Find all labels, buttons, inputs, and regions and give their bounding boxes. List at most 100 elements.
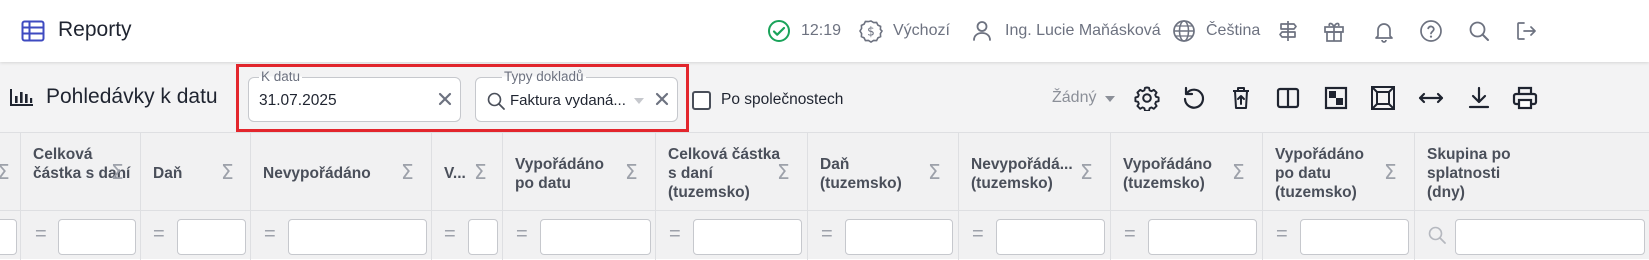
sum-icon[interactable]: Σ bbox=[401, 160, 414, 184]
expand-width-icon[interactable] bbox=[1418, 85, 1444, 111]
sum-icon[interactable]: Σ bbox=[1232, 160, 1245, 184]
clear-types-icon[interactable] bbox=[653, 90, 671, 108]
column-title: Celková částka s daní (tuzemsko) bbox=[668, 146, 781, 201]
filter-cell: = bbox=[808, 211, 959, 260]
sum-icon[interactable]: Σ bbox=[625, 160, 638, 184]
table-filter-row: = = = = = = = = = = bbox=[0, 210, 1649, 260]
fit-screen-icon[interactable] bbox=[1370, 85, 1396, 111]
filter-cell: = bbox=[1263, 211, 1415, 260]
sum-icon[interactable]: Σ bbox=[0, 160, 10, 184]
filter-input[interactable] bbox=[1300, 219, 1409, 255]
chevron-down-icon[interactable] bbox=[1104, 95, 1116, 103]
column-title: Nevypořádá... (tuzemsko) bbox=[971, 156, 1073, 192]
globe-icon bbox=[1172, 19, 1196, 43]
bar-chart-icon bbox=[10, 88, 34, 106]
document-types-field[interactable]: Typy dokladů Faktura vydaná... bbox=[475, 69, 678, 122]
sum-icon[interactable]: Σ bbox=[221, 160, 234, 184]
filter-cell: = bbox=[432, 211, 503, 260]
gift-icon[interactable] bbox=[1322, 19, 1346, 43]
filter-input[interactable] bbox=[540, 219, 651, 255]
equals-icon[interactable]: = bbox=[264, 223, 276, 246]
column-header[interactable]: Vypořádáno po datu Σ bbox=[503, 133, 656, 211]
equals-icon[interactable]: = bbox=[1276, 223, 1288, 246]
column-header[interactable]: Nevypořádáno Σ bbox=[251, 133, 432, 211]
date-field-value[interactable]: 31.07.2025 bbox=[259, 92, 337, 110]
filter-input[interactable] bbox=[996, 219, 1105, 255]
document-types-label: Typy dokladů bbox=[502, 69, 586, 84]
column-title: Daň (tuzemsko) bbox=[820, 156, 902, 192]
filter-cell: = bbox=[251, 211, 432, 260]
column-title: Vypořádáno po datu (tuzemsko) bbox=[1275, 146, 1364, 201]
column-header[interactable]: Vypořádáno po datu (tuzemsko) Σ bbox=[1263, 133, 1415, 211]
view-select-value[interactable]: Žádný bbox=[1052, 89, 1096, 107]
equals-icon[interactable]: = bbox=[516, 223, 528, 246]
help-icon[interactable] bbox=[1419, 19, 1443, 43]
currency-icon: $ bbox=[859, 19, 883, 43]
download-icon[interactable] bbox=[1466, 85, 1492, 111]
column-header[interactable]: V... Σ bbox=[432, 133, 503, 211]
filter-input[interactable] bbox=[0, 219, 17, 255]
equals-icon[interactable]: = bbox=[821, 223, 833, 246]
column-header[interactable]: Nevypořádá... (tuzemsko) Σ bbox=[959, 133, 1111, 211]
settings-icon[interactable] bbox=[1134, 85, 1160, 111]
date-field[interactable]: K datu 31.07.2025 bbox=[248, 69, 461, 122]
currency-selector[interactable]: $ Výchozí bbox=[859, 19, 950, 43]
column-header[interactable]: Celková částka s daní (tuzemsko) Σ bbox=[656, 133, 808, 211]
signpost-icon[interactable] bbox=[1276, 19, 1300, 43]
column-header[interactable]: Skupina po splatnosti (dny) bbox=[1415, 133, 1649, 211]
column-header[interactable]: Celková částka s daní Σ bbox=[21, 133, 141, 211]
filter-input[interactable] bbox=[1455, 219, 1645, 255]
sum-icon[interactable]: Σ bbox=[777, 160, 790, 184]
column-header[interactable]: Σ bbox=[0, 133, 21, 211]
sum-icon[interactable]: Σ bbox=[1080, 160, 1093, 184]
user-icon bbox=[971, 19, 993, 43]
filter-input[interactable] bbox=[1148, 219, 1257, 255]
logout-icon[interactable] bbox=[1514, 19, 1538, 43]
search-icon[interactable] bbox=[1467, 19, 1491, 43]
equals-icon[interactable]: = bbox=[444, 223, 456, 246]
clear-date-icon[interactable] bbox=[436, 90, 454, 108]
column-title: Skupina po splatnosti (dny) bbox=[1427, 146, 1511, 201]
column-header[interactable]: Daň Σ bbox=[141, 133, 251, 211]
table-icon bbox=[21, 20, 45, 42]
filter-input[interactable] bbox=[468, 219, 498, 255]
document-types-value[interactable]: Faktura vydaná... bbox=[510, 92, 626, 109]
equals-icon[interactable]: = bbox=[153, 223, 165, 246]
equals-icon[interactable]: = bbox=[35, 223, 47, 246]
filter-cell: = bbox=[141, 211, 251, 260]
filter-input[interactable] bbox=[845, 219, 953, 255]
delete-icon[interactable] bbox=[1228, 85, 1254, 111]
filter-input[interactable] bbox=[693, 219, 802, 255]
column-header[interactable]: Daň (tuzemsko) Σ bbox=[808, 133, 959, 211]
filter-cell: = bbox=[21, 211, 141, 260]
columns-icon[interactable] bbox=[1275, 85, 1301, 111]
filter-cell: = bbox=[503, 211, 656, 260]
equals-icon[interactable]: = bbox=[1124, 223, 1136, 246]
equals-icon[interactable]: = bbox=[972, 223, 984, 246]
equals-icon[interactable]: = bbox=[669, 223, 681, 246]
filter-input[interactable] bbox=[58, 219, 136, 255]
sum-icon[interactable]: Σ bbox=[928, 160, 941, 184]
filter-cell: = bbox=[656, 211, 808, 260]
undo-icon[interactable] bbox=[1181, 85, 1207, 111]
language-label: Čeština bbox=[1206, 22, 1261, 39]
filter-cell: = bbox=[959, 211, 1111, 260]
chevron-down-icon[interactable] bbox=[633, 97, 645, 105]
column-title: V... bbox=[444, 165, 466, 182]
by-company-checkbox[interactable] bbox=[692, 91, 711, 110]
user-menu[interactable]: Ing. Lucie Maňásková bbox=[971, 19, 1161, 43]
table-header: Σ Celková částka s daní Σ Daň Σ Nevypořá… bbox=[0, 132, 1649, 211]
session-status[interactable]: 12:19 bbox=[767, 19, 841, 43]
filter-input[interactable] bbox=[288, 219, 427, 255]
sum-icon[interactable]: Σ bbox=[111, 160, 124, 184]
print-icon[interactable] bbox=[1512, 85, 1538, 111]
search-icon[interactable] bbox=[1427, 225, 1447, 245]
column-header[interactable]: Vypořádáno (tuzemsko) Σ bbox=[1111, 133, 1263, 211]
sum-icon[interactable]: Σ bbox=[1384, 160, 1397, 184]
bell-icon[interactable] bbox=[1372, 19, 1396, 43]
language-selector[interactable]: Čeština bbox=[1172, 19, 1260, 43]
filter-cell bbox=[1415, 211, 1649, 260]
sum-icon[interactable]: Σ bbox=[474, 160, 487, 184]
pivot-icon[interactable] bbox=[1323, 85, 1349, 111]
filter-input[interactable] bbox=[177, 219, 246, 255]
